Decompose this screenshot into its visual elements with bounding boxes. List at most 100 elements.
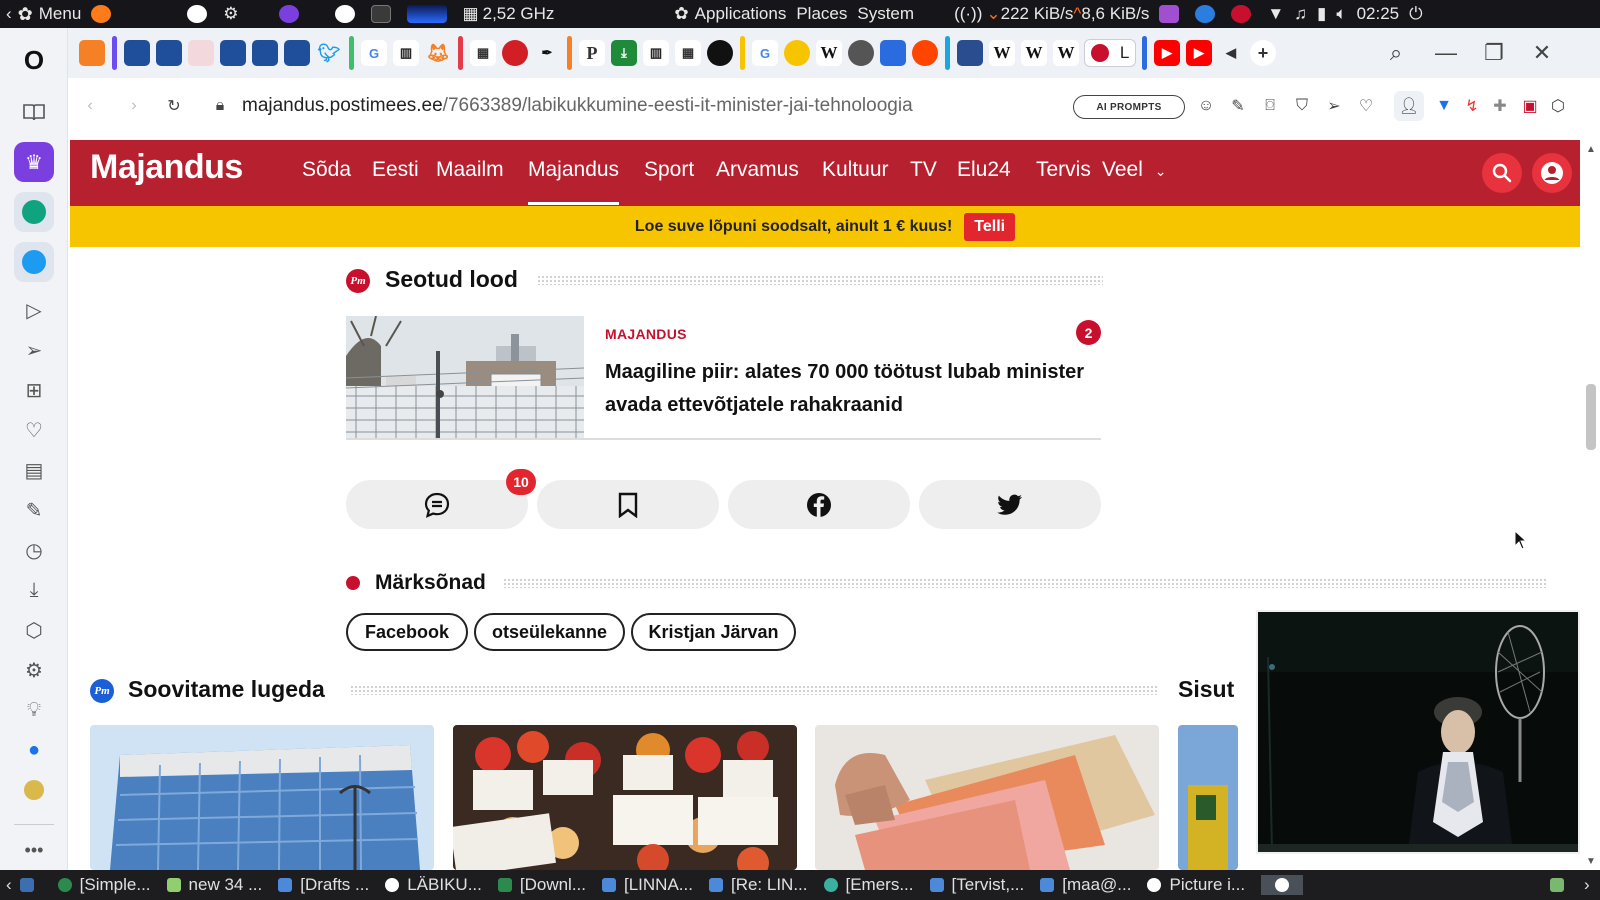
taskbar-item[interactable]: [LINNA...: [602, 875, 693, 895]
tab-grid[interactable]: ▦: [470, 40, 496, 66]
tab-group-marker[interactable]: [458, 36, 463, 70]
tab-museum[interactable]: ▥: [393, 40, 419, 66]
edit-icon[interactable]: ✎: [14, 490, 54, 530]
recommended-image-euros[interactable]: [815, 725, 1159, 870]
tab-flag[interactable]: [957, 40, 983, 66]
translate-extension-icon[interactable]: ↯: [1460, 94, 1484, 118]
tab-wikipedia-4[interactable]: W: [1053, 40, 1079, 66]
volume-icon[interactable]: 🔈︎: [1336, 4, 1346, 24]
wifi-icon[interactable]: ((·)): [954, 4, 982, 24]
emoji-icon[interactable]: ☺: [1194, 94, 1218, 118]
send-to-icon[interactable]: ➢: [1322, 94, 1346, 118]
nav-item-arvamus[interactable]: Arvamus: [716, 158, 799, 182]
taskbar-item[interactable]: [Simple...: [57, 875, 151, 895]
taskbar-item[interactable]: [maa@...: [1040, 875, 1131, 895]
minimize-window-button[interactable]: —: [1424, 28, 1468, 78]
forward-button[interactable]: ›: [122, 94, 146, 118]
bookmark-heart-icon[interactable]: ♡: [1354, 94, 1378, 118]
new-tab-button[interactable]: +: [1250, 40, 1276, 66]
related-article-card[interactable]: MAJANDUS 2 Maagiline piir: alates 70 000…: [346, 316, 1101, 440]
tab-twitter-favicon[interactable]: 🐦︎: [316, 40, 342, 66]
nav-item-eesti[interactable]: Eesti: [372, 158, 419, 182]
gear-cluster-icon[interactable]: ⚙: [223, 4, 238, 24]
more-options-icon[interactable]: •••: [14, 830, 54, 870]
tab-blue-2[interactable]: [156, 40, 182, 66]
taskbar-item[interactable]: new 34 ...: [166, 875, 262, 895]
camera-icon[interactable]: ⌼: [1258, 94, 1282, 118]
places-menu[interactable]: Places: [796, 4, 847, 24]
power-icon[interactable]: ⏻: [1409, 4, 1422, 24]
send-icon[interactable]: ➢: [14, 330, 54, 370]
taskbar-right-arrow[interactable]: ›: [1584, 875, 1590, 895]
ai-prompts-button[interactable]: AI PROMPTS: [1073, 95, 1185, 119]
shield-icon[interactable]: ⛉: [1290, 94, 1314, 118]
site-account-button[interactable]: [1532, 153, 1572, 193]
extensions-cube-icon[interactable]: ⬡: [14, 610, 54, 650]
close-window-button[interactable]: ✕: [1520, 28, 1564, 78]
taskbar-left-arrow[interactable]: ‹: [6, 875, 12, 895]
downloads-icon[interactable]: ⤓: [14, 570, 54, 610]
chrome-tray-icon[interactable]: [1195, 5, 1221, 23]
tab-globe[interactable]: [848, 40, 874, 66]
vpn-tray-icon[interactable]: ▼: [1267, 4, 1284, 24]
tab-group-marker[interactable]: [1142, 36, 1147, 70]
tag-kristjan-jarvan[interactable]: Kristjan Järvan: [631, 613, 796, 651]
reading-list-icon[interactable]: [14, 92, 54, 132]
tab-wikipedia-1[interactable]: W: [816, 40, 842, 66]
nav-item-majandus[interactable]: Majandus: [528, 158, 620, 205]
applications-menu[interactable]: ✿ Applications: [674, 4, 786, 24]
audio-applet-icon[interactable]: [1159, 5, 1185, 23]
chat-bubble-icon[interactable]: ●: [14, 730, 54, 770]
lightbulb-icon[interactable]: 💡︎: [14, 690, 54, 730]
panel-left-arrow[interactable]: ‹: [6, 4, 12, 24]
article-category[interactable]: MAJANDUS: [605, 326, 687, 342]
subscribe-button[interactable]: Telli: [964, 212, 1016, 241]
tabs-icon[interactable]: ▤: [14, 450, 54, 490]
picture-in-picture-video[interactable]: [1256, 610, 1580, 854]
terminal-icon[interactable]: [370, 5, 397, 23]
comments-button[interactable]: [346, 480, 528, 529]
cube-extension-icon[interactable]: ⬡: [1546, 94, 1570, 118]
tab-group-marker[interactable]: [349, 36, 354, 70]
scroll-up-arrow-icon[interactable]: ▲: [1586, 144, 1596, 155]
tab-blue-3[interactable]: [220, 40, 246, 66]
tab-active-postimees[interactable]: L: [1085, 40, 1135, 66]
page-scrollbar[interactable]: ▲ ▼: [1580, 140, 1600, 870]
tab-audio-icon[interactable]: ◀: [1218, 40, 1244, 66]
tab-group-marker[interactable]: [740, 36, 745, 70]
menu-button[interactable]: ✿ Menu: [18, 4, 82, 25]
podcast-app-icon[interactable]: [278, 5, 305, 23]
crown-app-icon[interactable]: ♛: [14, 142, 54, 182]
nav-item-kultuur[interactable]: Kultuur: [822, 158, 889, 182]
site-search-button[interactable]: [1482, 153, 1522, 193]
system-menu[interactable]: System: [857, 4, 914, 24]
reload-button[interactable]: ↻: [162, 94, 186, 118]
nav-item-elu24[interactable]: Elu24: [957, 158, 1011, 182]
profile-icon[interactable]: 👤︎: [1394, 91, 1424, 121]
taskbar-item[interactable]: [Drafts ...: [278, 875, 369, 895]
tag-otseulekanne[interactable]: otseülekanne: [474, 613, 625, 651]
tab-youtube-1[interactable]: ▶: [1154, 40, 1180, 66]
tab-p-favicon[interactable]: P: [579, 40, 605, 66]
taskbar-item[interactable]: [Re: LIN...: [708, 875, 808, 895]
tab-blue-5[interactable]: [284, 40, 310, 66]
tab-reddit-favicon[interactable]: [912, 40, 938, 66]
tab-dark-circle[interactable]: [707, 40, 733, 66]
tab-pen-favicon[interactable]: ✒: [534, 40, 560, 66]
tab-museum-2[interactable]: ▥: [643, 40, 669, 66]
tab-search-icon[interactable]: ⌕: [1374, 28, 1418, 78]
taskbar-item[interactable]: Picture i...: [1147, 875, 1245, 895]
tab-ee-favicon[interactable]: [502, 40, 528, 66]
clock[interactable]: 02:25: [1357, 4, 1400, 24]
restore-window-button[interactable]: ❐: [1472, 28, 1516, 78]
taskbar-item[interactable]: LÄBIKU...: [385, 875, 482, 895]
nav-item-veel[interactable]: Veel ⌄: [1102, 158, 1166, 182]
taskbar-item[interactable]: [Emers...: [823, 875, 914, 895]
related-article-image[interactable]: [346, 316, 584, 438]
twitter-sidebar-icon[interactable]: [14, 242, 54, 282]
tag-facebook[interactable]: Facebook: [346, 613, 468, 651]
tab-rss-favicon[interactable]: [79, 40, 105, 66]
tab-grid-2[interactable]: ▦: [675, 40, 701, 66]
taskbar-item[interactable]: [Downl...: [497, 875, 586, 895]
opera-launcher-icon[interactable]: [334, 5, 361, 23]
